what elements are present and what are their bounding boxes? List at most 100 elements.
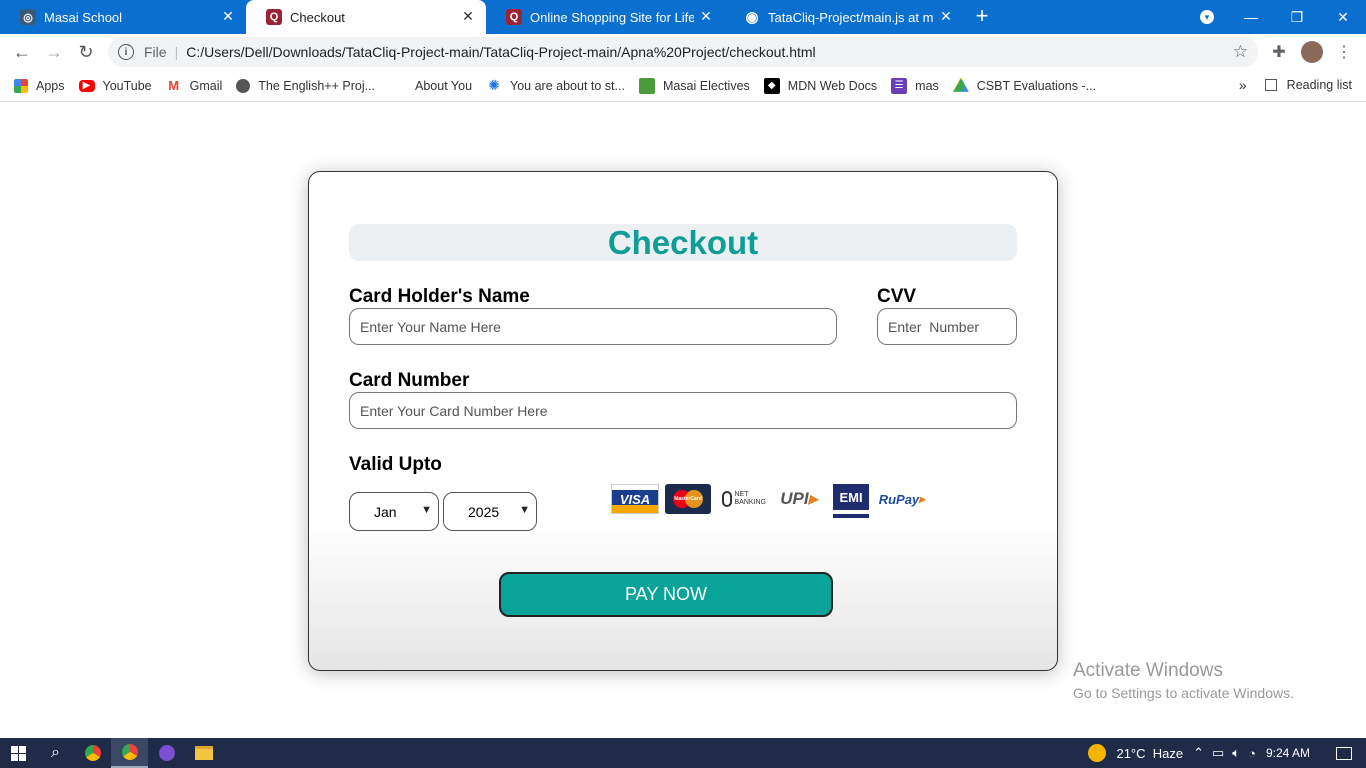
checkout-title: Checkout <box>349 224 1017 261</box>
checkout-card: Checkout Card Holder's Name CVV Card Num… <box>308 171 1058 671</box>
more-bookmarks-icon[interactable]: » <box>1239 77 1247 93</box>
reload-icon[interactable]: ↻ <box>70 36 102 68</box>
bookmark-about-you[interactable]: About You <box>415 79 472 93</box>
visa-icon: VISA <box>611 484 659 514</box>
bookmark-gmail[interactable]: M Gmail <box>166 78 223 94</box>
tab-strip: ◎ Masai School ✕ Q Checkout ✕ Q Online S… <box>0 0 1366 34</box>
bookmark-star-icon[interactable]: ☆ <box>1233 42 1248 62</box>
year-select[interactable]: 2025 ▼ <box>443 492 537 531</box>
bookmark-label: YouTube <box>102 78 152 93</box>
page-content: Checkout Card Holder's Name CVV Card Num… <box>0 102 1366 738</box>
month-value: Jan <box>374 503 397 520</box>
upi-arrow-icon: ▶ <box>808 492 818 506</box>
reading-list-label: Reading list <box>1286 78 1352 92</box>
bookmark-label: Apps <box>36 78 65 93</box>
bookmark-english[interactable]: The English++ Proj... <box>236 78 376 93</box>
minimize-icon[interactable]: — <box>1228 0 1274 34</box>
cvv-input[interactable] <box>877 308 1017 345</box>
tab-online-shopping[interactable]: Q Online Shopping Site for Lifestyle ✕ <box>486 0 724 34</box>
pay-now-button[interactable]: PAY NOW <box>499 572 833 617</box>
bookmark-label: Gmail <box>189 78 223 93</box>
bookmark-masai-electives[interactable]: Masai Electives <box>638 77 750 94</box>
windows-logo <box>11 745 26 761</box>
search-icon[interactable]: ⌕ <box>37 738 74 768</box>
bookmark-label: Masai Electives <box>662 78 750 93</box>
restore-icon[interactable]: ❐ <box>1274 0 1320 34</box>
windows-start-icon[interactable] <box>0 738 37 768</box>
github-desktop-icon[interactable] <box>148 738 185 768</box>
globe-icon <box>236 78 251 93</box>
battery-icon[interactable]: ▭ <box>1212 745 1224 761</box>
bookmark-label: The English++ Proj... <box>258 78 376 93</box>
close-tab-icon[interactable]: ✕ <box>938 8 954 25</box>
bookmark-label: CSBT Evaluations -... <box>976 78 1097 93</box>
apps-grid-icon <box>14 78 28 93</box>
activate-windows-subtitle: Go to Settings to activate Windows. <box>1073 685 1294 701</box>
tab-title: Online Shopping Site for Lifestyle <box>530 9 694 25</box>
security-label: File <box>144 44 167 60</box>
new-tab-button[interactable]: + <box>964 0 1000 34</box>
masai-favicon-icon: ◎ <box>20 9 36 25</box>
menu-kebab-icon[interactable]: ⋮ <box>1333 41 1355 63</box>
notifications-icon[interactable] <box>1336 746 1352 760</box>
month-select[interactable]: Jan ▼ <box>349 492 439 531</box>
card-holder-name-input[interactable] <box>349 308 837 345</box>
windows-taskbar: ⌕ 21°C Haze ⌃ ▭ 🔈︎ ◔ 9:24 AM <box>0 738 1366 768</box>
github-favicon-icon: ◉ <box>744 9 760 26</box>
reading-list-button[interactable]: Reading list <box>1264 78 1352 92</box>
chrome-icon[interactable] <box>74 738 111 768</box>
toolbar: ← → ↻ i File | C:/Users/Dell/Downloads/T… <box>0 34 1366 70</box>
address-divider: | <box>174 44 179 60</box>
extensions-puzzle-icon[interactable]: ✚ <box>1268 41 1290 63</box>
book-icon <box>638 77 655 94</box>
gmail-icon: M <box>168 78 180 93</box>
back-arrow-icon[interactable]: ← <box>6 36 38 68</box>
chrome-active-icon[interactable] <box>111 738 148 768</box>
info-icon[interactable]: i <box>118 44 134 60</box>
tatacliq-favicon-icon: Q <box>266 9 282 25</box>
reading-list-area: » Reading list <box>1239 77 1352 93</box>
close-tab-icon[interactable]: ✕ <box>698 8 714 25</box>
net-banking-label: NET BANKING <box>734 491 767 506</box>
close-tab-icon[interactable]: ✕ <box>460 8 476 25</box>
mdn-icon: ◆ <box>763 77 780 94</box>
github-logo <box>158 745 175 761</box>
valid-upto-label: Valid Upto <box>349 454 442 475</box>
tab-github-mainjs[interactable]: ◉ TataCliq-Project/main.js at main ✕ <box>724 0 964 34</box>
bookmark-label: MDN Web Docs <box>787 78 878 93</box>
url-text[interactable]: C:/Users/Dell/Downloads/TataCliq-Project… <box>186 44 815 60</box>
bookmark-label: mas <box>915 78 939 93</box>
file-explorer-icon[interactable] <box>185 738 222 768</box>
tab-masai-school[interactable]: ◎ Masai School ✕ <box>0 0 246 34</box>
profile-avatar[interactable] <box>1301 41 1323 63</box>
bookmark-csbt[interactable]: CSBT Evaluations -... <box>952 77 1097 94</box>
tab-title: Checkout <box>290 9 345 25</box>
rupay-label: RuPay <box>878 491 920 507</box>
mastercard-icon: MasterCard <box>665 484 711 514</box>
clock-time[interactable]: 9:24 AM <box>1266 746 1310 760</box>
chrome-logo <box>84 745 101 761</box>
tab-title: Masai School <box>44 9 123 25</box>
wifi-icon[interactable]: ◔ <box>1248 746 1256 761</box>
rupay-icon: RuPay ▶ <box>875 484 929 514</box>
list-icon: ☰ <box>891 77 908 94</box>
volume-icon[interactable]: 🔈︎ <box>1232 745 1240 761</box>
mouse-icon <box>721 491 732 507</box>
weather-text[interactable]: 21°C Haze <box>1116 746 1183 761</box>
card-number-input[interactable] <box>349 392 1017 429</box>
bookmark-mas[interactable]: ☰ mas <box>891 77 939 94</box>
chevron-up-icon[interactable]: ⌃ <box>1193 745 1204 761</box>
bookmark-mdn[interactable]: ◆ MDN Web Docs <box>763 77 878 94</box>
close-window-icon[interactable]: ✕ <box>1320 0 1366 34</box>
close-tab-icon[interactable]: ✕ <box>220 8 236 25</box>
bookmark-about-to-start[interactable]: ✺ You are about to st... <box>486 77 625 94</box>
bookmark-apps[interactable]: Apps <box>14 78 65 93</box>
tab-checkout[interactable]: Q Checkout ✕ <box>246 0 486 34</box>
address-bar[interactable]: i File | C:/Users/Dell/Downloads/TataCli… <box>108 37 1258 67</box>
bookmark-youtube[interactable]: ▶ YouTube <box>78 78 152 93</box>
upi-icon: UPI ▶ <box>771 484 827 514</box>
forward-arrow-icon[interactable]: → <box>38 36 70 68</box>
cvv-label: CVV <box>877 286 917 307</box>
tatacliq-favicon-icon: Q <box>506 9 522 25</box>
tab-search-icon[interactable]: ▾ <box>1184 0 1230 34</box>
